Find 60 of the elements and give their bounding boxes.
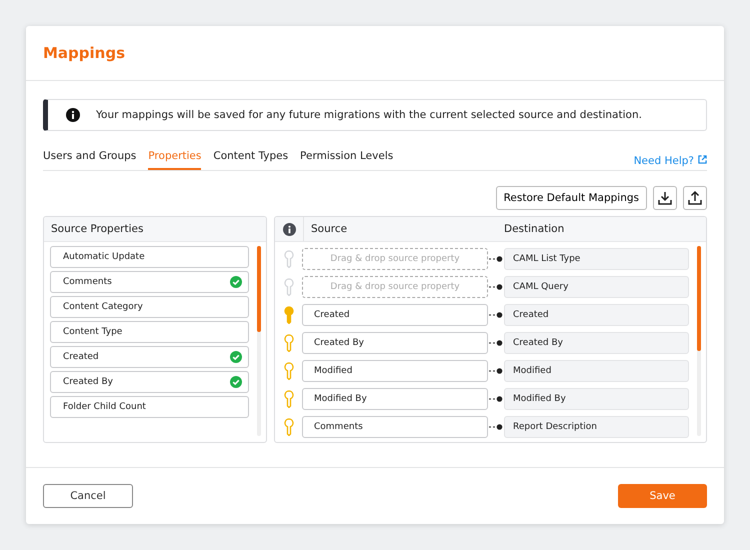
source-field[interactable]: Modified [302, 360, 488, 382]
restore-default-mappings-button[interactable]: Restore Default Mappings [496, 186, 647, 210]
scrollbar[interactable] [257, 246, 261, 436]
help-link[interactable]: Need Help? [634, 155, 694, 170]
source-label: Created [314, 310, 350, 320]
download-button[interactable] [653, 186, 677, 210]
connector-icon [489, 396, 503, 402]
source-label: Modified By [314, 394, 367, 404]
drop-hint: Drag & drop source property [330, 254, 460, 264]
property-label: Folder Child Count [63, 402, 146, 412]
source-property-item[interactable]: Automatic Update [50, 246, 249, 268]
source-label: Comments [314, 422, 363, 432]
banner-text: Your mappings will be saved for any future migrations with the current selected source and destination. [96, 109, 642, 121]
source-property-item[interactable]: Created By [50, 371, 249, 393]
source-label: Modified [314, 366, 352, 376]
destination-label: Created By [513, 338, 563, 348]
property-label: Content Type [63, 327, 122, 337]
destination-label: Report Description [513, 422, 597, 432]
tab[interactable]: Permission Levels [300, 150, 394, 170]
source-property-item[interactable]: Folder Child Count [50, 396, 249, 418]
source-property-item[interactable]: Content Type [50, 321, 249, 343]
destination-label: CAML Query [513, 282, 568, 292]
download-icon [657, 190, 673, 206]
dialog-title: Mappings [43, 44, 126, 62]
column-header: Destination [504, 223, 564, 235]
property-label: Created By [63, 377, 113, 387]
connector-icon [489, 424, 503, 430]
property-label: Comments [63, 277, 112, 287]
source-field[interactable]: Created [302, 304, 488, 326]
destination-label: Modified By [513, 394, 566, 404]
info-icon [282, 222, 296, 236]
drop-hint: Drag & drop source property [330, 282, 460, 292]
source-property-item[interactable]: Created [50, 346, 249, 368]
destination-label: Created [513, 310, 549, 320]
source-property-item[interactable]: Content Category [50, 296, 249, 318]
source-property-item[interactable]: Comments [50, 271, 249, 293]
panel-title: Source Properties [51, 223, 144, 235]
source-field[interactable]: Comments [302, 416, 488, 438]
property-label: Created [63, 352, 99, 362]
upload-button[interactable] [683, 186, 707, 210]
connector-icon [489, 312, 503, 318]
source-field[interactable]: Created By [302, 332, 488, 354]
external-link-icon [698, 155, 707, 164]
tab[interactable]: Users and Groups [43, 150, 136, 170]
property-label: Content Category [63, 302, 143, 312]
info-icon [66, 108, 80, 122]
source-field[interactable]: Modified By [302, 388, 488, 410]
column-header: Source [311, 223, 348, 235]
upload-icon [687, 190, 703, 206]
connector-icon [489, 284, 503, 290]
connector-icon [489, 256, 503, 262]
connector-icon [489, 368, 503, 374]
destination-label: Modified [513, 366, 552, 376]
cancel-button[interactable]: Cancel [43, 484, 133, 508]
property-label: Automatic Update [63, 252, 145, 262]
tab[interactable]: Content Types [213, 150, 288, 170]
connector-icon [489, 340, 503, 346]
destination-label: CAML List Type [513, 254, 580, 264]
source-label: Created By [314, 338, 364, 348]
scrollbar[interactable] [697, 246, 701, 436]
